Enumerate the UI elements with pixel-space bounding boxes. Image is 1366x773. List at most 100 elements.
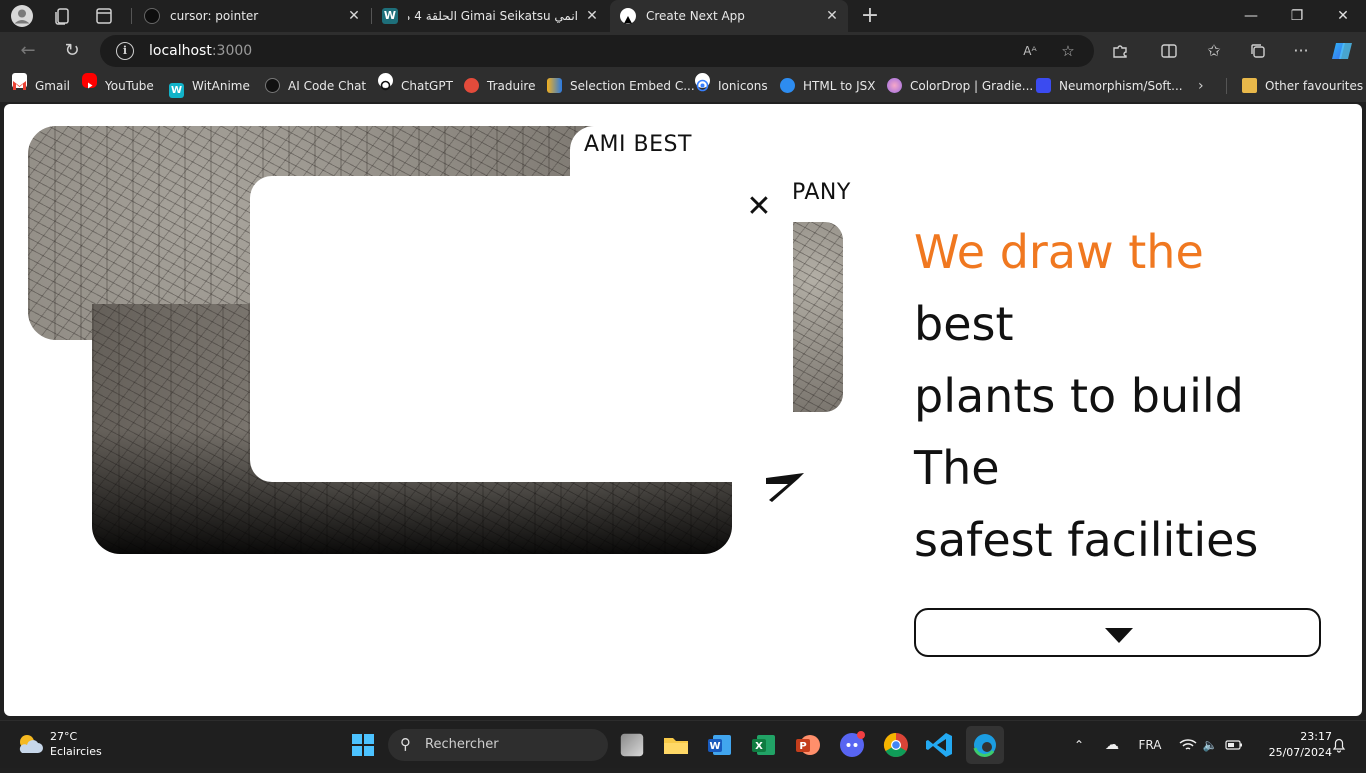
windows-start-icon[interactable]: [347, 729, 379, 761]
triangle-down-icon: [1105, 628, 1133, 643]
vscode-icon[interactable]: [924, 729, 956, 761]
bookmark-label: Traduire: [487, 79, 536, 93]
notification-bell-icon[interactable]: [1330, 721, 1348, 769]
copilot-icon[interactable]: [1328, 37, 1356, 65]
task-view-icon[interactable]: [620, 733, 644, 757]
weather-icon[interactable]: [16, 731, 44, 757]
url-host: localhost: [149, 43, 212, 59]
favorites-icon[interactable]: ✩: [1200, 37, 1228, 65]
search-placeholder: Rechercher: [425, 737, 499, 752]
folder-icon: [1242, 78, 1257, 93]
tab-cursor-pointer[interactable]: cursor: pointer ✕: [134, 0, 370, 32]
restore-icon[interactable]: ❐: [1274, 0, 1320, 32]
nextjs-favicon-icon: [620, 8, 636, 24]
weather-condition: Eclaircies: [50, 745, 102, 758]
svg-text:W: W: [709, 741, 720, 752]
chatgpt-icon: [378, 73, 393, 91]
site-favicon-icon: [144, 8, 160, 24]
gmail-icon: [12, 73, 27, 90]
page-viewport: AMI BEST PANY ✕ We draw the best plants …: [4, 104, 1362, 716]
collections-icon[interactable]: [1244, 37, 1272, 65]
chrome-icon[interactable]: [880, 729, 912, 761]
powerpoint-icon[interactable]: P: [792, 729, 824, 761]
bookmark-html-to-jsx[interactable]: HTML to JSX: [780, 70, 875, 102]
bookmark-gmail[interactable]: Gmail: [12, 70, 70, 102]
bookmark-colordrop[interactable]: ColorDrop | Gradie...: [887, 70, 1033, 102]
url-port: :3000: [211, 43, 253, 59]
hero-headline: We draw the best plants to build The saf…: [914, 216, 1258, 576]
workspaces-icon[interactable]: [50, 4, 74, 28]
tab-actions-icon[interactable]: [92, 4, 116, 28]
onedrive-icon[interactable]: ☁: [1100, 721, 1124, 769]
clock-time: 23:17: [1300, 730, 1332, 743]
sketch-image-side: [793, 222, 843, 412]
split-screen-icon[interactable]: [1155, 37, 1183, 65]
volume-icon[interactable]: 🔈: [1200, 721, 1220, 769]
close-tab-icon[interactable]: ✕: [584, 0, 600, 32]
witanime-favicon-icon: W: [382, 8, 398, 24]
edge-icon[interactable]: [966, 726, 1004, 764]
system-clock[interactable]: 23:17 25/07/2024: [1252, 729, 1332, 761]
excel-icon[interactable]: X: [748, 729, 780, 761]
address-bar[interactable]: i localhost:3000 Aᴬ ☆: [100, 35, 1094, 67]
bookmark-ai-code-chat[interactable]: AI Code Chat: [265, 70, 366, 102]
bookmark-witanime[interactable]: W WitAnime: [169, 70, 250, 102]
svg-text:X: X: [755, 741, 763, 752]
word-icon[interactable]: W: [704, 729, 736, 761]
bookmark-label: Selection Embed C...: [570, 79, 695, 93]
favorite-star-icon[interactable]: ☆: [1056, 39, 1080, 63]
tab-separator: [131, 8, 132, 24]
close-tab-icon[interactable]: ✕: [346, 0, 362, 32]
bookmark-label: WitAnime: [192, 79, 250, 93]
refresh-icon[interactable]: ↻: [58, 37, 86, 65]
html-to-jsx-icon: [780, 78, 795, 93]
tab-title: انمي Gimai Seikatsu الحلقة 4 مترج: [408, 9, 578, 23]
bookmark-selection-embed[interactable]: Selection Embed C...: [547, 70, 695, 102]
image-notch: [28, 340, 92, 560]
headline-line: plants to build: [914, 369, 1244, 423]
bookmark-label: HTML to JSX: [803, 79, 876, 93]
address-toolbar: ← ↻ i localhost:3000 Aᴬ ☆ ✩ ···: [0, 32, 1366, 70]
headline-line: The: [914, 441, 1000, 495]
file-explorer-icon[interactable]: [660, 729, 692, 761]
more-menu-icon[interactable]: ···: [1287, 37, 1315, 65]
brand-name-partial: PANY: [792, 180, 851, 205]
temperature: 27°C: [50, 730, 78, 743]
bookmark-label: Neumorphism/Soft...: [1059, 79, 1183, 93]
tab-create-next-app[interactable]: Create Next App ✕: [610, 0, 848, 32]
dropdown-button[interactable]: [914, 608, 1321, 657]
modal-card: [250, 176, 760, 482]
close-icon[interactable]: ✕: [744, 192, 774, 222]
bookmark-traduire[interactable]: Traduire: [464, 70, 535, 102]
bookmark-chatgpt[interactable]: ChatGPT: [378, 70, 453, 102]
bookmark-label: Ionicons: [718, 79, 768, 93]
tab-gimai-seikatsu[interactable]: W انمي Gimai Seikatsu الحلقة 4 مترج ✕: [372, 0, 608, 32]
bookmark-other-favourites[interactable]: Other favourites: [1242, 70, 1363, 102]
extensions-icon[interactable]: [1106, 37, 1134, 65]
discord-icon[interactable]: [836, 729, 868, 761]
bookmark-neumorphism[interactable]: Neumorphism/Soft...: [1036, 70, 1183, 102]
search-icon: ⚲: [400, 735, 411, 753]
taskbar-search[interactable]: ⚲ Rechercher: [388, 729, 608, 761]
chevron-right-icon[interactable]: ›: [1198, 70, 1204, 102]
profile-icon[interactable]: [10, 4, 34, 28]
weather-widget[interactable]: 27°C Eclaircies: [50, 729, 102, 759]
youtube-icon: [82, 73, 97, 89]
read-aloud-icon[interactable]: Aᴬ: [1018, 39, 1042, 63]
chevron-up-icon[interactable]: ⌃: [1068, 721, 1090, 769]
url-text[interactable]: localhost:3000: [149, 35, 252, 67]
bookmark-ionicons[interactable]: Ionicons: [695, 70, 768, 102]
headline-highlight: We draw the: [914, 225, 1204, 279]
bookmark-separator: [1226, 78, 1227, 94]
battery-icon[interactable]: [1222, 721, 1246, 769]
bookmark-youtube[interactable]: YouTube: [82, 70, 154, 102]
close-tab-icon[interactable]: ✕: [824, 0, 840, 32]
minimize-icon[interactable]: —: [1228, 0, 1274, 32]
bookmark-label: YouTube: [105, 79, 154, 93]
back-icon[interactable]: ←: [14, 37, 42, 65]
close-window-icon[interactable]: ✕: [1320, 0, 1366, 32]
new-tab-button[interactable]: +: [858, 4, 882, 28]
language-indicator[interactable]: FRA: [1134, 721, 1166, 769]
wifi-icon[interactable]: [1176, 721, 1200, 769]
site-info-icon[interactable]: i: [116, 42, 134, 60]
